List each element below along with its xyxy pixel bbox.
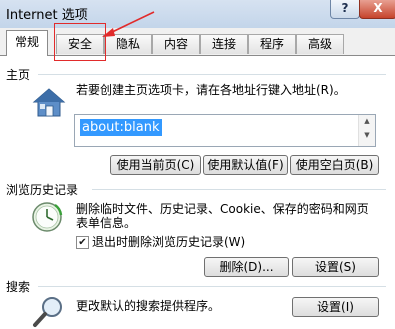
magnifier-icon [33,297,62,327]
tab-general[interactable]: 常规 [6,30,48,56]
tab-advanced[interactable]: 高级 [296,34,344,54]
homepage-section-label: 主页 [6,68,31,82]
history-settings-button[interactable]: 设置(S) [292,257,379,277]
use-blank-page-button[interactable]: 使用空白页(B) [290,155,379,175]
tab-content[interactable]: 内容 [152,34,200,54]
annotation-arrow-icon [102,11,155,37]
homepage-description: 若要创建主页选项卡，请在各地址行键入地址(R)。 [76,83,346,97]
use-current-page-button[interactable]: 使用当前页(C) [110,155,201,175]
tab-programs[interactable]: 程序 [248,34,296,54]
homepage-separator [38,74,386,75]
history-section-label: 浏览历史记录 [6,183,79,197]
help-button[interactable]: ? [330,0,360,19]
history-clock-icon [32,202,63,232]
search-separator [38,286,386,287]
history-separator [92,189,386,190]
delete-history-button[interactable]: 删除(D)... [204,257,289,277]
delete-on-exit-checkbox[interactable]: ✔ [76,236,89,249]
homepage-address-textarea[interactable]: about:blank ▲ ▼ [74,114,376,147]
use-default-button[interactable]: 使用默认值(F) [203,155,288,175]
house-icon [32,88,66,117]
homepage-address-value: about:blank [80,119,162,136]
search-description: 更改默认的搜索提供程序。 [76,299,221,313]
search-section-label: 搜索 [6,280,31,294]
general-tab-panel: 主页 若要创建主页选项卡，请在各地址行键入地址(R)。 about:blank … [0,55,395,329]
tab-connections[interactable]: 连接 [200,34,248,54]
delete-on-exit-label[interactable]: 退出时删除浏览历史记录(W) [92,234,245,250]
search-settings-button[interactable]: 设置(I) [292,297,379,317]
window-title: Internet 选项 [6,8,88,23]
homepage-scrollbar[interactable]: ▲ ▼ [358,115,375,146]
close-button[interactable]: X [359,0,395,19]
history-description-line2: 表单信息。 [76,216,137,230]
